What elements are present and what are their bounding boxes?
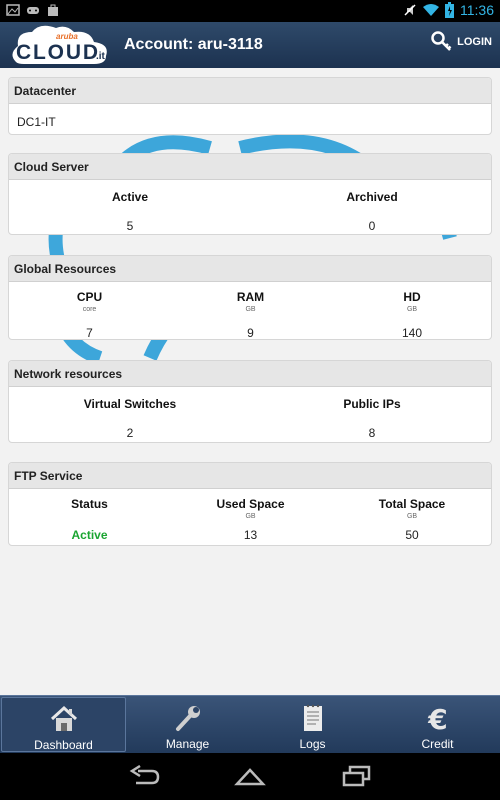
- battery-icon: [445, 2, 454, 18]
- hd-value: 140: [401, 326, 423, 340]
- ftp-total-space: Total Space GB 50: [331, 497, 491, 545]
- account-label: Account: aru-3118: [124, 36, 263, 53]
- bag-notification-icon: [48, 4, 58, 16]
- used-space-label: Used Space: [216, 497, 285, 511]
- back-icon[interactable]: [128, 765, 160, 787]
- system-navigation-bar: [0, 753, 500, 800]
- tab-manage-label: Manage: [165, 737, 210, 751]
- used-space-unit: GB: [245, 513, 256, 520]
- svg-text:CLOUD: CLOUD: [16, 41, 98, 64]
- archived-servers-label: Archived: [346, 190, 398, 204]
- hd-unit: GB: [406, 306, 418, 313]
- login-button[interactable]: LOGIN: [431, 31, 492, 53]
- ftp-service-card[interactable]: FTP Service Status Active Used Space GB …: [8, 462, 492, 546]
- ram-label: RAM: [236, 290, 265, 304]
- wifi-icon: [423, 4, 439, 16]
- svg-text:.it: .it: [96, 51, 106, 62]
- cloud-server-card[interactable]: Cloud Server Active 5 Archived 0: [8, 153, 492, 235]
- cpu-value: 7: [86, 326, 93, 340]
- ftp-status-value: Active: [71, 528, 108, 542]
- active-servers-value: 5: [126, 219, 134, 233]
- total-space-label: Total Space: [378, 497, 446, 511]
- tab-manage[interactable]: Manage: [125, 697, 250, 752]
- network-resources-title: Network resources: [9, 361, 491, 387]
- virtual-switches-label: Virtual Switches: [83, 397, 177, 411]
- active-servers-label: Active: [111, 190, 149, 204]
- ftp-status-label: Status: [71, 497, 108, 511]
- cpu-label: CPU: [76, 290, 103, 304]
- cloud-server-title: Cloud Server: [9, 154, 491, 180]
- login-label: LOGIN: [457, 36, 492, 48]
- aruba-cloud-logo: aruba CLOUD .it: [12, 25, 107, 64]
- home-icon[interactable]: [234, 765, 266, 787]
- virtual-switches: Virtual Switches 2: [9, 397, 251, 441]
- ram-unit: GB: [245, 306, 256, 313]
- clock: 11:36: [460, 2, 494, 18]
- used-space-value: 13: [243, 528, 258, 542]
- ram-value: 9: [247, 326, 254, 340]
- hd-label: HD: [403, 290, 421, 304]
- ftp-status: Status Active: [9, 497, 170, 545]
- gamepad-notification-icon: [27, 7, 39, 14]
- dashboard-content[interactable]: Datacenter DC1-IT Cloud Server Active 5 …: [0, 68, 500, 695]
- datacenter-value: DC1-IT: [17, 115, 56, 129]
- hd-resource: HD GB 140: [331, 290, 491, 340]
- svg-text:€: €: [427, 703, 447, 733]
- datacenter-title: Datacenter: [9, 78, 491, 104]
- virtual-switches-value: 2: [126, 426, 134, 440]
- no-sound-icon: [404, 4, 416, 16]
- tab-dashboard[interactable]: Dashboard: [1, 697, 126, 752]
- public-ips: Public IPs 8: [251, 397, 491, 441]
- recent-apps-icon[interactable]: [340, 765, 372, 787]
- status-bar: 11:36: [0, 0, 500, 22]
- ftp-used-space: Used Space GB 13: [170, 497, 331, 545]
- archived-servers-value: 0: [368, 219, 376, 233]
- tab-logs-label: Logs: [299, 737, 326, 751]
- bottom-tab-bar: Dashboard Manage Logs € Credit: [0, 695, 500, 753]
- datacenter-card: Datacenter DC1-IT: [8, 77, 492, 135]
- svg-text:aruba: aruba: [56, 32, 78, 41]
- tab-dashboard-label: Dashboard: [34, 738, 93, 752]
- notepad-icon: [303, 704, 322, 731]
- total-space-unit: GB: [406, 513, 418, 520]
- euro-icon: €: [427, 703, 447, 733]
- public-ips-value: 8: [368, 426, 376, 440]
- archived-servers: Archived 0: [251, 190, 491, 234]
- tab-credit-label: Credit: [421, 737, 454, 751]
- image-notification-icon: [6, 4, 20, 16]
- ram-resource: RAM GB 9: [170, 290, 331, 340]
- public-ips-label: Public IPs: [343, 397, 401, 411]
- cpu-resource: CPU core 7: [9, 290, 170, 340]
- key-icon: [431, 31, 452, 51]
- total-space-value: 50: [405, 528, 419, 542]
- ftp-service-title: FTP Service: [9, 463, 491, 489]
- global-resources-title: Global Resources: [9, 256, 491, 282]
- network-resources-card[interactable]: Network resources Virtual Switches 2 Pub…: [8, 360, 492, 443]
- cpu-unit: core: [82, 306, 97, 313]
- wrench-icon: [175, 706, 200, 731]
- house-icon: [50, 705, 77, 731]
- tab-credit[interactable]: € Credit: [375, 697, 500, 752]
- active-servers: Active 5: [9, 190, 251, 234]
- app-header: aruba CLOUD .it Account: aru-3118 LOGIN: [0, 22, 500, 68]
- global-resources-card[interactable]: Global Resources CPU core 7 RAM GB 9 HD …: [8, 255, 492, 340]
- tab-logs[interactable]: Logs: [250, 697, 375, 752]
